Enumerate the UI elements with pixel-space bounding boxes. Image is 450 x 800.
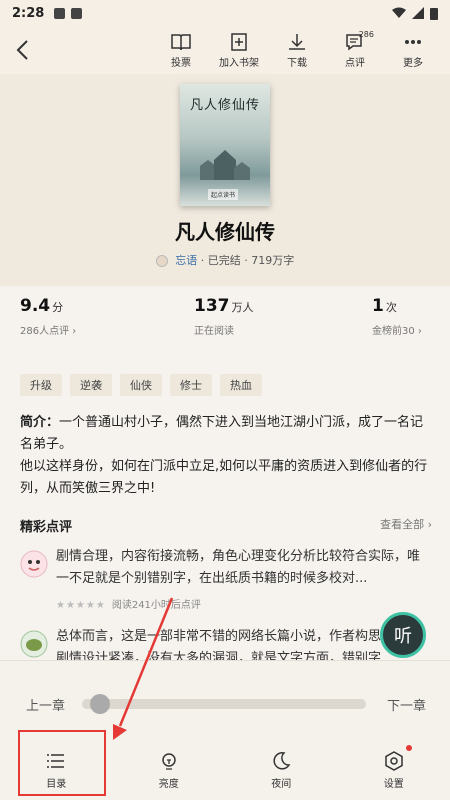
notification-dot xyxy=(405,745,412,751)
book-icon xyxy=(171,33,191,50)
listen-button[interactable]: 听 xyxy=(376,612,428,658)
prev-chapter-button[interactable]: 上一章 xyxy=(26,695,65,714)
notification-icon xyxy=(54,7,66,19)
comment-count-badge: 286 xyxy=(358,30,374,39)
reviews-title: 精彩点评 xyxy=(20,520,73,535)
listen-label: 听 xyxy=(380,612,426,658)
review-meta-text: 阅读241小时后点评 xyxy=(111,600,201,611)
more-button[interactable]: 更多 xyxy=(384,26,442,74)
rating-unit: 分 xyxy=(52,301,64,314)
book-title: 凡人修仙传 xyxy=(175,220,275,244)
tag-item[interactable]: 修士 xyxy=(170,374,212,396)
review-meta: ★★★★★ 阅读241小时后点评 xyxy=(56,596,201,611)
moon-icon xyxy=(273,751,291,769)
book-header: 凡人修仙传 起点读书 凡人修仙传 忘语 · 已完结 · 719万字 xyxy=(0,74,450,286)
rating-sub: 286人点评 › xyxy=(20,326,77,337)
brightness-label: 亮度 xyxy=(158,778,179,790)
readers-value: 137 xyxy=(194,296,230,316)
rating-stars-icon: ★★★★★ xyxy=(56,600,106,611)
view-all-reviews-link[interactable]: 查看全部 › xyxy=(380,516,432,535)
book-meta: 忘语 · 已完结 · 719万字 xyxy=(0,252,450,268)
reviews-header: 精彩点评 查看全部 › xyxy=(20,516,432,535)
book-status: · 已完结 · 719万字 xyxy=(200,254,295,267)
more-label: 更多 xyxy=(403,57,423,69)
toolbar-item-settings[interactable]: 设置 xyxy=(338,739,450,800)
download-button[interactable]: 下载 xyxy=(268,26,326,74)
review-text: 剧情合理，内容衔接流畅，角色心理变化分析比较符合实际，唯一不足就是个别错别字，在… xyxy=(56,549,421,586)
cover-title: 凡人修仙传 xyxy=(189,98,260,113)
ranking-sub: 金榜前30 › xyxy=(372,326,422,337)
book-cover[interactable]: 凡人修仙传 起点读书 xyxy=(180,84,270,206)
tag-item[interactable]: 升级 xyxy=(20,374,62,396)
vote-button[interactable]: 投票 xyxy=(152,26,210,74)
add-bookshelf-icon xyxy=(231,32,247,51)
signal-icon xyxy=(412,7,424,19)
reviewer-avatar xyxy=(20,630,48,658)
author-link[interactable]: 忘语 xyxy=(175,254,197,267)
more-icon xyxy=(405,39,421,44)
readers-sub: 正在阅读 xyxy=(194,326,234,337)
highlight-box xyxy=(18,730,106,796)
rating-stat[interactable]: 9.4 分 286人点评 › xyxy=(20,296,76,337)
add-bookshelf-button[interactable]: 加入书架 xyxy=(210,26,268,74)
download-label: 下载 xyxy=(287,57,307,69)
comment-label: 点评 xyxy=(345,57,365,69)
tag-list: 升级 逆袭 仙侠 修士 热血 xyxy=(20,374,262,396)
briefcase-icon xyxy=(71,7,83,19)
book-stats: 9.4 分 286人点评 › 137 万人 正在阅读 1次 金榜前30 › xyxy=(0,296,450,352)
intro-text-1: 一个普通山村小子，偶然下进入到当地江湖小门派，成了一名记名弟子。 xyxy=(20,415,424,452)
intro-label: 简介： xyxy=(20,415,60,430)
comment-button[interactable]: 286 点评 xyxy=(326,26,384,74)
chapter-progress-slider[interactable] xyxy=(82,694,366,714)
next-chapter-button[interactable]: 下一章 xyxy=(387,695,426,714)
toolbar-item-night-mode[interactable]: 夜间 xyxy=(225,739,338,800)
night-mode-label: 夜间 xyxy=(271,778,292,790)
settings-icon xyxy=(385,750,403,771)
tag-item[interactable]: 逆袭 xyxy=(70,374,112,396)
status-bar: 2:28 xyxy=(0,0,450,26)
ranking-stat[interactable]: 1次 金榜前30 › xyxy=(372,296,422,337)
author-avatar xyxy=(155,255,168,267)
chapter-navigation: 上一章 下一章 xyxy=(0,693,450,715)
readers-stat: 137 万人 正在阅读 xyxy=(194,296,254,337)
readers-unit: 万人 xyxy=(231,301,254,314)
toolbar-item-brightness[interactable]: 亮度 xyxy=(113,739,226,800)
vote-label: 投票 xyxy=(171,57,191,69)
settings-label: 设置 xyxy=(383,778,404,790)
reviewer-avatar xyxy=(20,550,48,578)
wifi-icon xyxy=(392,7,406,18)
battery-icon xyxy=(430,7,438,20)
temple-illustration xyxy=(200,150,250,180)
book-intro[interactable]: 简介：一个普通山村小子，偶然下进入到当地江湖小门派，成了一名记名弟子。 他以这样… xyxy=(20,412,432,500)
back-arrow-icon xyxy=(16,40,28,60)
ranking-value: 1 xyxy=(372,296,384,316)
tag-item[interactable]: 热血 xyxy=(220,374,262,396)
back-button[interactable] xyxy=(0,26,44,74)
status-time: 2:28 xyxy=(12,5,45,21)
intro-text-2: 他以这样身份，如何在门派中立足,如何以平庸的资质进入到修仙者的行列，从而笑傲三界… xyxy=(20,459,428,496)
download-icon xyxy=(289,33,305,50)
rating-value: 9.4 xyxy=(20,296,51,316)
tag-item[interactable]: 仙侠 xyxy=(120,374,162,396)
add-bookshelf-label: 加入书架 xyxy=(219,57,259,69)
cover-publisher-logo: 起点读书 xyxy=(208,189,239,200)
slider-thumb[interactable] xyxy=(89,694,110,714)
brightness-icon xyxy=(162,752,176,770)
ranking-unit: 次 xyxy=(385,301,397,314)
top-bar: 投票 加入书架 下载 286 点评 更多 xyxy=(0,26,450,74)
review-item[interactable]: 剧情合理，内容衔接流畅，角色心理变化分析比较符合实际，唯一不足就是个别错别字，在… xyxy=(20,546,432,616)
